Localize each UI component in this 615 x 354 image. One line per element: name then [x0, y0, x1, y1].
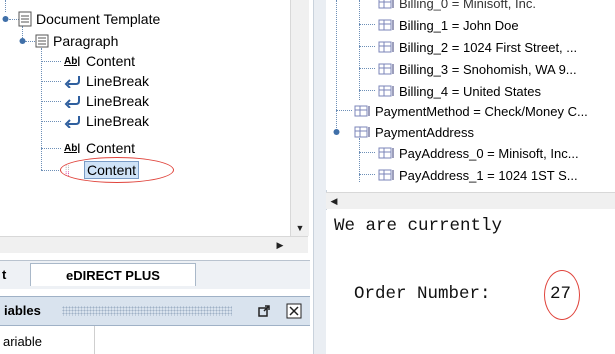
tree-node-label: Billing_1 = John Doe — [399, 17, 519, 33]
tree-node-label: Billing_0 = Minisoft, Inc. — [399, 0, 536, 11]
column-header-label: ariable — [3, 334, 43, 349]
field-icon — [378, 63, 394, 75]
field-icon — [378, 41, 394, 53]
tree-node-label: LineBreak — [86, 93, 150, 109]
tree-node-label: Content — [86, 53, 136, 69]
horizontal-scrollbar[interactable]: ◀ — [326, 192, 615, 209]
tree-node-paragraph[interactable]: Paragraph — [35, 32, 118, 50]
tree-node-linebreak[interactable]: LineBreak — [64, 112, 149, 130]
preview-line: We are currently — [334, 216, 503, 236]
text-field-icon: Ab| — [64, 55, 81, 67]
document-tree-panel: Document Template Paragraph Ab| Content … — [0, 0, 290, 236]
maximize-icon[interactable] — [257, 304, 271, 318]
grip-pattern — [62, 306, 232, 316]
tree-node-label: PaymentAddress — [375, 124, 474, 140]
tab-label: t — [2, 266, 7, 282]
data-tree-panel: Billing_0 = Minisoft, Inc. Billing_1 = J… — [326, 0, 615, 190]
tree-node-label: Billing_3 = Snohomish, WA 9... — [399, 61, 577, 77]
tree-node-linebreak[interactable]: LineBreak — [64, 92, 149, 110]
tree-node-label: Document Template — [36, 11, 161, 27]
tree-node-label: Paragraph — [53, 33, 119, 49]
field-icon — [354, 105, 370, 117]
text-field-icon: Ab| — [64, 142, 81, 154]
document-preview: We are currently Order Number: 27 — [326, 210, 615, 354]
tree-node-billing-1[interactable]: Billing_1 = John Doe — [378, 16, 519, 34]
tree-node-payaddress-0[interactable]: PayAddress_0 = Minisoft, Inc... — [378, 144, 579, 162]
close-icon[interactable] — [286, 303, 302, 319]
scroll-down-icon[interactable]: ▼ — [292, 220, 308, 236]
tree-node-label: Content — [84, 161, 140, 179]
collapse-icon[interactable] — [1, 14, 10, 23]
tree-node-content[interactable]: Ab| Content — [64, 139, 135, 157]
tab-partial[interactable]: t — [0, 263, 14, 285]
tab-label: eDIRECT PLUS — [66, 267, 160, 283]
tree-node-content-selected[interactable]: ⁝⁝ ⁝⁝ Content — [64, 161, 140, 179]
tree-node-label: Billing_2 = 1024 First Street, ... — [399, 39, 578, 55]
tree-node-document-template[interactable]: Document Template — [18, 10, 160, 28]
scroll-right-icon[interactable]: ▶ — [272, 237, 288, 253]
field-icon — [378, 147, 394, 159]
variables-table: ariable — [0, 326, 310, 354]
document-icon — [18, 11, 32, 27]
tree-node-billing-2[interactable]: Billing_2 = 1024 First Street, ... — [378, 38, 577, 56]
line-break-icon — [64, 96, 80, 108]
column-header[interactable]: ariable — [0, 326, 95, 354]
order-number-value: 27 — [550, 284, 572, 304]
scroll-left-icon[interactable]: ◀ — [326, 193, 342, 209]
tree-node-label: PaymentMethod = Check/Money C... — [375, 103, 588, 119]
variable-content-icon: ⁝⁝ ⁝⁝ — [65, 165, 69, 177]
line-break-icon — [64, 76, 80, 88]
panel-splitter[interactable] — [313, 0, 327, 354]
tree-node-payment-method[interactable]: PaymentMethod = Check/Money C... — [354, 102, 588, 120]
tree-node-label: LineBreak — [86, 113, 150, 129]
field-icon — [378, 85, 394, 97]
horizontal-scrollbar[interactable]: ▶ — [0, 236, 308, 253]
tree-node-payaddress-1[interactable]: PayAddress_1 = 1024 1ST S... — [378, 166, 578, 184]
panel-title: iables — [4, 303, 41, 318]
tree-node-billing-3[interactable]: Billing_3 = Snohomish, WA 9... — [378, 60, 577, 78]
tree-node-content[interactable]: Ab| Content — [64, 52, 135, 70]
tree-node-payment-address[interactable]: PaymentAddress — [354, 123, 474, 141]
line-break-icon — [64, 116, 80, 128]
tree-node-label: LineBreak — [86, 73, 150, 89]
order-number-label: Order Number: — [354, 284, 491, 304]
tree-node-linebreak[interactable]: LineBreak — [64, 72, 149, 90]
tree-node-label: PayAddress_0 = Minisoft, Inc... — [399, 145, 579, 161]
tree-node-billing-0[interactable]: Billing_0 = Minisoft, Inc. — [378, 0, 536, 12]
field-icon — [378, 19, 394, 31]
field-group-icon — [354, 126, 370, 138]
tree-node-billing-4[interactable]: Billing_4 = United States — [378, 82, 541, 100]
tab-edirect-plus[interactable]: eDIRECT PLUS — [30, 263, 196, 286]
svg-text:⁝⁝: ⁝⁝ — [65, 171, 69, 177]
field-icon — [378, 169, 394, 181]
variables-panel-header: iables — [0, 296, 310, 326]
tree-node-label: PayAddress_1 = 1024 1ST S... — [399, 167, 578, 183]
tree-node-label: Content — [86, 140, 136, 156]
vertical-scrollbar[interactable]: ▼ — [290, 0, 309, 236]
collapse-icon[interactable] — [18, 36, 27, 45]
tab-strip: t eDIRECT PLUS — [0, 260, 310, 289]
field-icon — [378, 0, 394, 9]
tree-node-label: Billing_4 = United States — [399, 83, 542, 99]
collapse-icon[interactable] — [332, 127, 341, 136]
paragraph-icon — [35, 34, 49, 48]
